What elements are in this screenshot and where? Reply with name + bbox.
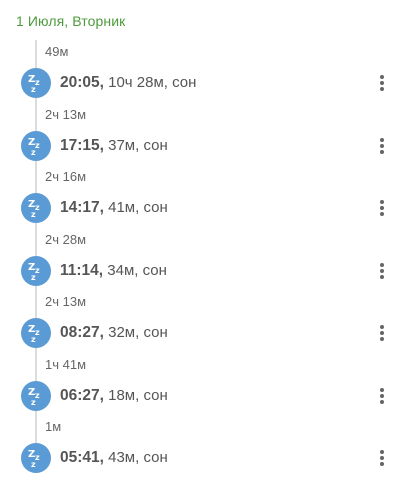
menu-dot	[380, 81, 384, 85]
menu-dot	[380, 212, 384, 216]
menu-dot	[380, 393, 384, 398]
menu-dot	[380, 200, 384, 204]
menu-dot	[380, 456, 384, 460]
menu-dot	[380, 337, 384, 341]
entry-detail: 37м, сон	[108, 136, 168, 154]
more-vertical-icon[interactable]	[370, 446, 394, 470]
svg-text:z: z	[31, 398, 36, 407]
sleep-zz-icon: Zzz	[21, 193, 51, 223]
sleep-zz-icon: Zzz	[21, 130, 51, 161]
more-vertical-icon[interactable]	[370, 134, 394, 158]
svg-text:z: z	[35, 328, 40, 337]
svg-text:z: z	[35, 266, 40, 275]
menu-dot	[380, 331, 384, 335]
svg-text:z: z	[31, 273, 36, 282]
menu-dot	[380, 274, 384, 279]
sleep-entry[interactable]: Zz z 20:05, 10ч 28м, сон	[0, 68, 405, 104]
menu-dot	[380, 149, 384, 154]
menu-dot	[380, 399, 384, 404]
sleep-zz-icon: Zzz	[21, 68, 51, 98]
menu-dot	[380, 450, 384, 454]
menu-dot	[380, 387, 384, 392]
entry-text: 06:27, 18м, сон	[60, 387, 168, 405]
more-vertical-icon[interactable]	[370, 259, 394, 283]
sleep-entry[interactable]: Zz z 05:41, 43м, сон	[0, 443, 405, 479]
gap-duration: 1м	[45, 419, 62, 434]
sleep-zz-icon: Zzz	[21, 443, 51, 473]
menu-dot	[380, 137, 384, 142]
gap-duration: 2ч 13м	[45, 106, 87, 122]
gap-duration: 49м	[45, 44, 69, 59]
entry-detail: 43м, сон	[108, 449, 168, 466]
svg-text:z: z	[31, 335, 36, 344]
gap-duration: 2ч 13м	[45, 294, 87, 309]
sleep-zz-icon: Zzz	[21, 318, 51, 348]
entry-detail: 32м, сон	[108, 324, 168, 341]
menu-dot	[380, 262, 384, 267]
day-header: 1 Июля, Вторник	[16, 13, 126, 29]
entry-text: 20:05, 10ч 28м, сон	[60, 74, 196, 92]
more-vertical-icon[interactable]	[370, 196, 394, 220]
entry-detail: 10ч 28м, сон	[108, 74, 197, 91]
entry-time: 17:15,	[60, 136, 104, 154]
sleep-entry[interactable]: Zz z 14:17, 41м, сон	[0, 193, 405, 229]
entry-text: 05:41, 43м, сон	[60, 449, 168, 467]
sleep-zz-icon: Zzz	[21, 255, 51, 286]
entry-time: 14:17,	[60, 199, 104, 216]
sleep-entry[interactable]: Zz z 11:14, 34м, сон	[0, 255, 405, 292]
menu-dot	[380, 87, 384, 91]
entry-detail: 18м, сон	[108, 386, 168, 404]
more-vertical-icon[interactable]	[370, 384, 394, 408]
more-vertical-icon[interactable]	[370, 321, 394, 345]
entry-detail: 34м, сон	[107, 261, 167, 279]
gap-duration: 2ч 16м	[45, 169, 87, 184]
svg-text:z: z	[35, 453, 40, 462]
more-vertical-icon[interactable]	[370, 71, 394, 95]
svg-text:z: z	[31, 460, 36, 469]
entry-text: 17:15, 37м, сон	[60, 137, 168, 155]
gap-duration: 1ч 41м	[45, 356, 87, 372]
entry-time: 20:05,	[60, 74, 104, 91]
sleep-entry[interactable]: Zz z 06:27, 18м, сон	[0, 380, 405, 417]
svg-text:z: z	[31, 148, 36, 157]
svg-text:z: z	[35, 141, 40, 150]
menu-dot	[380, 206, 384, 210]
svg-text:z: z	[31, 85, 36, 94]
svg-text:z: z	[35, 203, 40, 212]
menu-dot	[380, 462, 384, 466]
sleep-entry[interactable]: Zz z 17:15, 37м, сон	[0, 130, 405, 167]
gap-duration: 2ч 28м	[45, 231, 87, 247]
entry-text: 08:27, 32м, сон	[60, 324, 168, 342]
entry-time: 11:14,	[60, 261, 104, 279]
entry-time: 08:27,	[60, 324, 104, 341]
sleep-entry[interactable]: Zz z 08:27, 32м, сон	[0, 318, 405, 354]
entry-text: 14:17, 41м, сон	[60, 199, 168, 217]
sleep-zz-icon: Zzz	[21, 380, 51, 411]
menu-dot	[380, 75, 384, 79]
menu-dot	[380, 143, 384, 148]
menu-dot	[380, 325, 384, 329]
svg-text:z: z	[31, 210, 36, 219]
entry-time: 06:27,	[60, 386, 104, 404]
entry-time: 05:41,	[60, 449, 104, 466]
menu-dot	[380, 268, 384, 273]
svg-text:z: z	[35, 391, 40, 400]
svg-text:z: z	[35, 78, 40, 87]
entry-detail: 41м, сон	[108, 199, 168, 216]
entry-text: 11:14, 34м, сон	[60, 262, 167, 280]
